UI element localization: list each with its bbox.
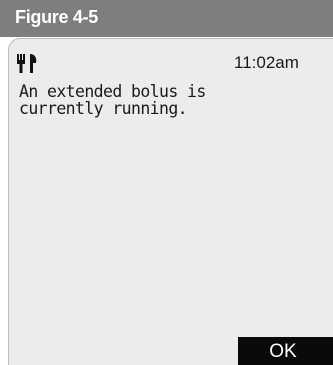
ok-button[interactable]: OK: [238, 337, 333, 365]
status-message: An extended bolus is currently running.: [19, 82, 206, 118]
bolus-icon: [17, 54, 39, 73]
figure-label: Figure 4-5: [15, 7, 99, 27]
clock-time: 11:02am: [234, 53, 299, 72]
pump-screen: 11:02am An extended bolus is currently r…: [8, 38, 333, 365]
figure-container: Figure 4-5 11:02am An extended bolus is …: [0, 0, 333, 365]
figure-header-bar: Figure 4-5: [0, 0, 333, 37]
